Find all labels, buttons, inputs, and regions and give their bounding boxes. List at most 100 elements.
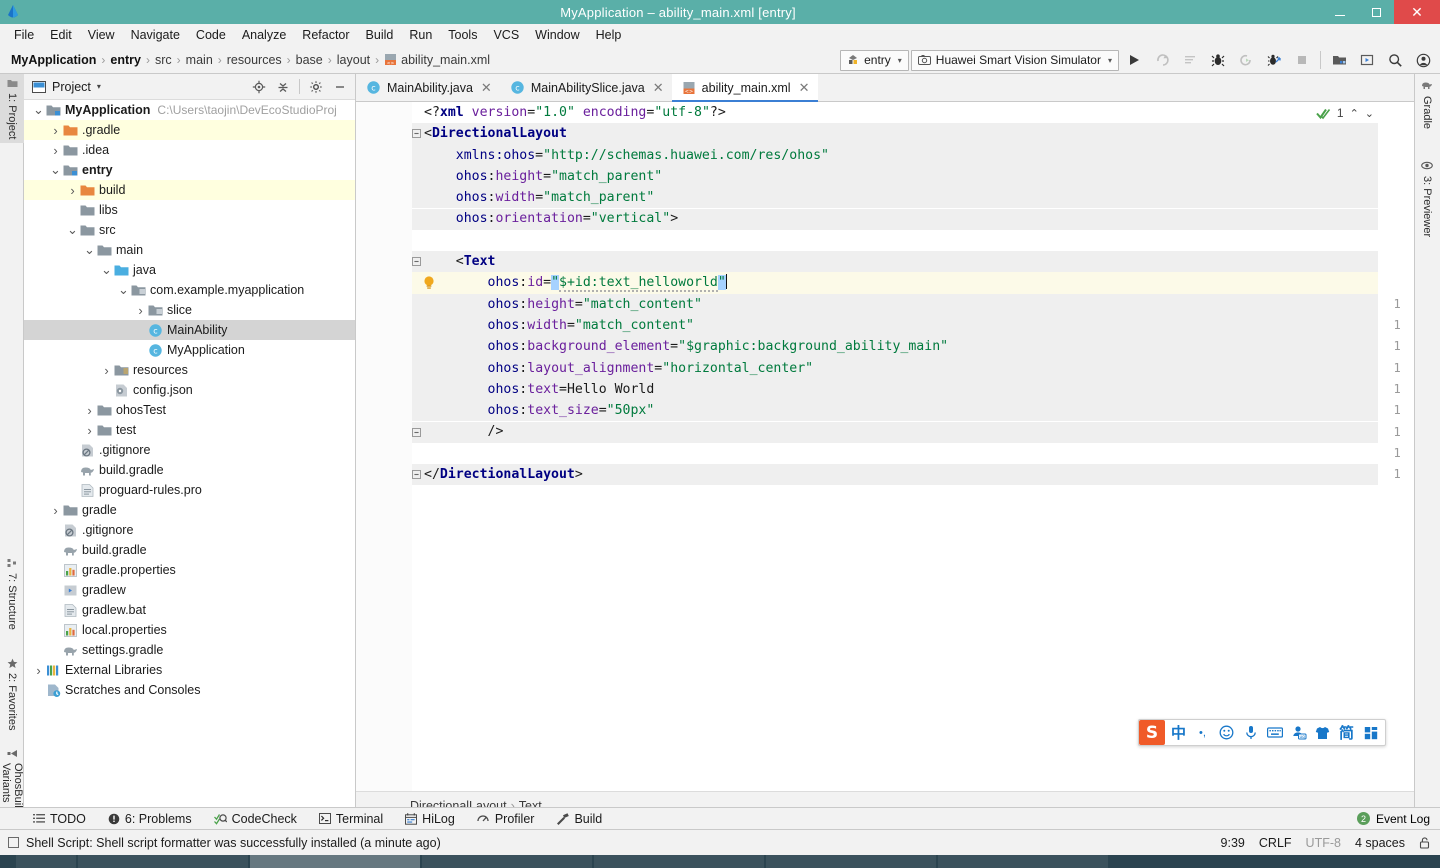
tree-item-config-json[interactable]: config.json bbox=[24, 380, 355, 400]
breadcrumb-main[interactable]: main bbox=[183, 53, 216, 67]
ime-skin-button[interactable] bbox=[1312, 720, 1333, 745]
breadcrumb-myapplication[interactable]: MyApplication bbox=[8, 53, 99, 67]
menu-tools[interactable]: Tools bbox=[440, 26, 485, 44]
toolwindow-terminal[interactable]: Terminal bbox=[308, 812, 394, 826]
code-line[interactable]: ohos:width="match_parent" bbox=[424, 187, 1414, 208]
settings-button[interactable] bbox=[305, 76, 327, 98]
close-icon[interactable]: ✕ bbox=[481, 80, 492, 96]
sidebar-tab-project[interactable]: 1: Project bbox=[0, 74, 24, 144]
taskbar-item[interactable] bbox=[250, 855, 420, 868]
toolwindow-todo[interactable]: TODO bbox=[22, 812, 97, 826]
menu-window[interactable]: Window bbox=[527, 26, 587, 44]
code-line[interactable]: ohos:background_element="$graphic:backgr… bbox=[424, 336, 1414, 357]
code-text[interactable]: <?xml version="1.0" encoding="utf-8"?> <D… bbox=[424, 102, 1414, 791]
chevron-down-icon[interactable]: ⌄ bbox=[32, 103, 45, 116]
ime-user-button[interactable]: ug bbox=[1288, 720, 1309, 745]
indent-setting[interactable]: 4 spaces bbox=[1355, 836, 1405, 850]
tree-item-gradle-properties[interactable]: gradle.properties bbox=[24, 560, 355, 580]
device-selector[interactable]: Huawei Smart Vision Simulator ▾ bbox=[910, 49, 1119, 71]
ime-floating-bar[interactable]: S 中 •, ug 简 bbox=[1138, 719, 1386, 746]
breadcrumb-layout[interactable]: layout bbox=[334, 53, 373, 67]
taskbar-item[interactable] bbox=[422, 855, 592, 868]
tree-item-scratches-and-consoles[interactable]: Scratches and Consoles bbox=[24, 680, 355, 700]
code-line[interactable]: ohos:width="match_content" bbox=[424, 315, 1414, 336]
ime-soft-keyboard-button[interactable] bbox=[1264, 720, 1285, 745]
code-line[interactable]: /> bbox=[424, 421, 1414, 442]
file-encoding[interactable]: UTF-8 bbox=[1306, 836, 1341, 850]
device-manager-button[interactable] bbox=[1354, 47, 1380, 73]
chevron-down-icon[interactable]: ⌄ bbox=[66, 223, 79, 236]
code-line[interactable] bbox=[424, 443, 1414, 464]
tree-item-com-example-myapplication[interactable]: ⌄ com.example.myapplication bbox=[24, 280, 355, 300]
code-line[interactable]: xmlns:ohos="http://schemas.huawei.com/re… bbox=[424, 145, 1414, 166]
menu-view[interactable]: View bbox=[80, 26, 123, 44]
code-line[interactable] bbox=[424, 230, 1414, 251]
locate-in-tree-button[interactable] bbox=[248, 76, 270, 98]
tree-item-proguard-rules-pro[interactable]: proguard-rules.pro bbox=[24, 480, 355, 500]
ime-toolbox-button[interactable] bbox=[1360, 720, 1381, 745]
chevron-right-icon[interactable]: › bbox=[49, 123, 62, 138]
tree-item-ohostest[interactable]: › ohosTest bbox=[24, 400, 355, 420]
ime-mode-chinese[interactable]: 中 bbox=[1168, 720, 1189, 745]
collapse-all-button[interactable] bbox=[272, 76, 294, 98]
chevron-down-icon[interactable]: ⌄ bbox=[49, 163, 62, 176]
chevron-down-icon[interactable]: ⌄ bbox=[117, 283, 130, 296]
tree-item-gitignore[interactable]: .gitignore bbox=[24, 520, 355, 540]
code-line[interactable]: ohos:id="$+id:text_helloworld" bbox=[424, 272, 1414, 293]
tree-item-main[interactable]: ⌄ main bbox=[24, 240, 355, 260]
status-message[interactable]: Shell Script: Shell script formatter was… bbox=[26, 836, 441, 850]
tree-item-build-gradle[interactable]: build.gradle bbox=[24, 460, 355, 480]
menu-help[interactable]: Help bbox=[588, 26, 630, 44]
taskbar-item[interactable] bbox=[938, 855, 1108, 868]
menu-vcs[interactable]: VCS bbox=[485, 26, 527, 44]
search-everywhere-button[interactable] bbox=[1382, 47, 1408, 73]
tree-item-libs[interactable]: libs bbox=[24, 200, 355, 220]
editor-gutter[interactable] bbox=[356, 102, 412, 791]
minimize-button[interactable] bbox=[1322, 0, 1358, 24]
menu-build[interactable]: Build bbox=[358, 26, 402, 44]
read-write-lock-icon[interactable] bbox=[1419, 836, 1430, 849]
chevron-right-icon[interactable]: › bbox=[83, 423, 96, 438]
taskbar-item[interactable] bbox=[594, 855, 764, 868]
module-selector[interactable]: entry ▾ bbox=[840, 49, 909, 71]
inspection-next-button[interactable]: ⌄ bbox=[1365, 107, 1374, 120]
attach-debugger-button[interactable] bbox=[1233, 47, 1259, 73]
tree-item-resources[interactable]: › resources bbox=[24, 360, 355, 380]
chevron-right-icon[interactable]: › bbox=[134, 303, 147, 318]
account-button[interactable] bbox=[1410, 47, 1436, 73]
breadcrumb-base[interactable]: base bbox=[293, 53, 326, 67]
menu-analyze[interactable]: Analyze bbox=[234, 26, 294, 44]
project-structure-button[interactable] bbox=[1326, 47, 1352, 73]
hide-panel-button[interactable] bbox=[329, 76, 351, 98]
close-button[interactable]: ✕ bbox=[1394, 0, 1440, 24]
menu-run[interactable]: Run bbox=[401, 26, 440, 44]
chevron-right-icon[interactable]: › bbox=[83, 403, 96, 418]
tree-item-mainability[interactable]: c MainAbility bbox=[24, 320, 355, 340]
inspection-widget[interactable]: 1 ⌃ ⌄ bbox=[1316, 106, 1374, 120]
code-line[interactable]: <Text bbox=[424, 251, 1414, 272]
tree-item-idea[interactable]: › .idea bbox=[24, 140, 355, 160]
chevron-right-icon[interactable]: › bbox=[32, 663, 45, 678]
editor-tab-ability-main-xml[interactable]: <> ability_main.xml ✕ bbox=[671, 74, 818, 102]
breadcrumb-entry[interactable]: entry bbox=[107, 53, 144, 67]
tree-item-gradle[interactable]: › .gradle bbox=[24, 120, 355, 140]
editor-scrollbar[interactable] bbox=[1400, 102, 1414, 791]
code-fold-marker[interactable] bbox=[412, 123, 424, 144]
code-line[interactable]: ohos:orientation="vertical"> bbox=[424, 208, 1414, 229]
menu-navigate[interactable]: Navigate bbox=[123, 26, 188, 44]
line-separator[interactable]: CRLF bbox=[1259, 836, 1292, 850]
close-icon[interactable]: ✕ bbox=[799, 80, 810, 96]
tree-item-external-libraries[interactable]: › External Libraries bbox=[24, 660, 355, 680]
rerun-button[interactable] bbox=[1149, 47, 1175, 73]
sidebar-tab-gradle[interactable]: Gradle bbox=[1414, 76, 1440, 133]
taskbar-item[interactable] bbox=[16, 855, 76, 868]
sidebar-tab-favorites[interactable]: 2: Favorites bbox=[0, 654, 24, 734]
editor-tab-mainability-java[interactable]: c MainAbility.java ✕ bbox=[356, 74, 500, 101]
tree-item-test[interactable]: › test bbox=[24, 420, 355, 440]
code-fold-marker[interactable] bbox=[412, 422, 424, 443]
tree-item-gradlew-bat[interactable]: gradlew.bat bbox=[24, 600, 355, 620]
chevron-down-icon[interactable]: ⌄ bbox=[83, 243, 96, 256]
event-log-area[interactable]: 2 Event Log bbox=[1356, 812, 1440, 826]
sidebar-tab-previewer[interactable]: 3: Previewer bbox=[1414, 156, 1440, 241]
inspection-prev-button[interactable]: ⌃ bbox=[1350, 107, 1359, 120]
